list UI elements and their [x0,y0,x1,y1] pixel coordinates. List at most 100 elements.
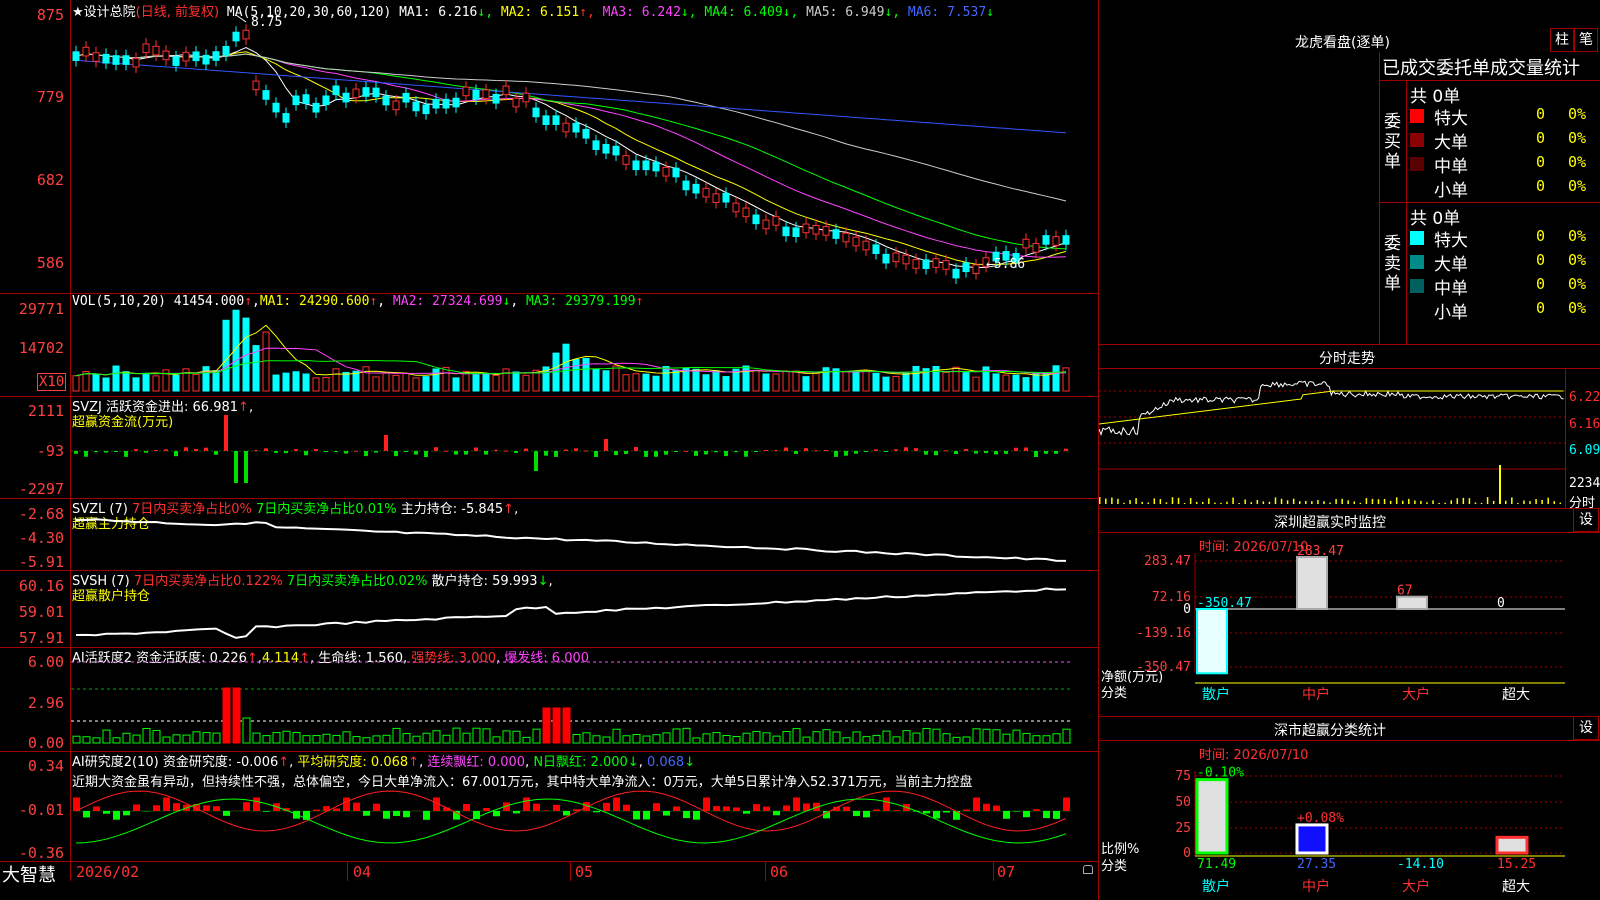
research-bar [1013,811,1020,812]
activity-bar [522,736,531,744]
activity-bar [652,734,661,744]
research-bar [1033,809,1040,811]
lock-icon[interactable] [1083,865,1093,874]
intraday-chart[interactable] [1099,369,1600,508]
intraday-vol-bar [1559,502,1562,504]
volume-chart[interactable] [71,293,1098,396]
ai-research-panel[interactable]: 0.34 -0.01 -0.36 AI研究度2(10) 资金研究度: -0.00… [0,751,1098,862]
research-bar [863,811,870,818]
candle [652,161,660,172]
svsh-panel[interactable]: 60.16 59.01 57.91 SVSH (7) 7日内买卖净占比0.122… [0,570,1098,648]
research-bar [223,811,230,816]
activity-bar [122,732,131,744]
volume-bar [522,374,530,392]
intraday-title: 分时走势 [1319,351,1375,367]
candle [442,98,450,109]
research-bar [613,797,620,811]
candle [762,219,770,230]
monitor-chart[interactable]: 283.4772.160-139.16-350.47-350.47散户283.4… [1099,533,1600,716]
activity-bar [912,732,921,744]
flow-bar [394,451,398,457]
svzj-chart[interactable] [71,396,1098,498]
research-bar [623,804,630,811]
dragon-tabs[interactable]: 已成交委托单成交量统计 [1382,54,1580,80]
svzl-tick: -5.91 [18,553,64,571]
flow-bar [854,451,858,454]
activity-bar [642,735,651,744]
svzl-chart[interactable] [71,498,1098,570]
ai-research-tick: -0.36 [18,844,64,862]
volume-bar [132,377,140,392]
monitor-xlabel: 分类 [1101,686,1128,701]
flow-bar [474,447,478,451]
candle [472,89,480,100]
svzj-tick: 2111 [27,402,64,420]
monitor-panel[interactable]: 深圳超赢实时监控 设 时间: 2026/07/10 283.47 72.16 0 -1… [1099,508,1600,717]
monitor-settings-button[interactable]: 设 [1573,508,1599,532]
flow-bar [164,449,168,451]
classify-settings-button[interactable]: 设 [1573,716,1599,740]
activity-bar [782,731,791,744]
svsh-tick: 59.01 [18,603,64,621]
volume-bar [652,375,660,392]
research-bar [103,811,110,814]
activity-bar [622,735,631,744]
intraday-vol-bar [1341,498,1343,504]
classify-tick: 75 [1175,769,1191,784]
svzl-panel[interactable]: -2.68 -4.30 -5.91 SVZL (7) 7日内买卖净占比0% 7日… [0,498,1098,571]
activity-bar [552,707,561,744]
bar-mode-button[interactable]: 柱 [1550,28,1574,52]
flow-bar [574,448,578,451]
research-bar [493,811,500,817]
tick-mode-button[interactable]: 笔 [1574,28,1598,52]
candle [152,45,160,56]
activity-bar [732,736,741,744]
volume-panel[interactable]: 29771 14702 X10 VOL(5,10,20) 41454.000↑,… [0,293,1098,397]
activity-bar [1012,729,1021,744]
flow-bar [724,451,728,457]
candle [912,259,920,269]
intraday-vol-bar [1165,502,1168,504]
activity-bar [212,732,221,744]
activity-bar [882,730,891,744]
activity-bar [822,729,831,744]
flow-bar [714,451,718,453]
volume-bar [112,365,120,392]
classify-chart[interactable]: 75 50 25 0 -0.10% 71.49 散户 +0.08% 27.35 中户 -14.10 大… [1099,741,1600,900]
ai-activity-panel[interactable]: 6.00 2.96 0.00 AI活跃度2 资金活跃度: 0.226↑,4.11… [0,647,1098,752]
activity-bar [1052,733,1061,744]
ai-research-tick: 0.34 [27,757,64,775]
research-bar [633,811,640,820]
flow-bar [664,451,668,455]
order-size-name: 中单 [1434,157,1468,177]
activity-bar [602,736,611,744]
activity-bar [802,736,811,744]
candle [412,101,420,112]
price-panel[interactable]: 875 779 682 586 ★设计总院(日线, 前复权) MA(5,10,2… [0,0,1098,294]
classify-title: 深市超赢分类统计 [1274,723,1386,739]
intraday-panel[interactable]: 分时走势 6.22 6.16 6.09 2234 分时 [1099,344,1600,511]
flow-bar [234,451,238,483]
flow-bar [634,447,638,451]
volume-bar [692,368,700,392]
svzj-panel[interactable]: 2111 -93 -2297 SVZJ 活跃资金进出: 66.981↑, 超赢资… [0,396,1098,499]
ai-research-chart[interactable] [71,751,1098,861]
candlestick-chart[interactable]: 8.75 ←5.86 [71,0,1098,293]
research-bar [973,797,980,811]
net-bar [1296,556,1328,610]
intraday-vol-bar [1298,501,1301,504]
candle [272,102,280,113]
ratio-bar [1495,835,1529,855]
candle [672,167,680,178]
research-bar [873,809,880,811]
flow-bar [754,451,758,452]
candle [532,107,540,118]
classify-tick: 0 [1183,846,1191,861]
volume-bar [322,376,330,392]
research-bar [713,806,720,811]
classify-panel[interactable]: 深市超赢分类统计 设 时间: 2026/07/10 75 50 25 0 -0.10% 7… [1099,716,1600,900]
flow-bar [704,451,708,455]
research-bar [483,807,490,811]
ai-activity-chart[interactable] [71,647,1098,751]
svsh-chart[interactable] [71,570,1098,647]
